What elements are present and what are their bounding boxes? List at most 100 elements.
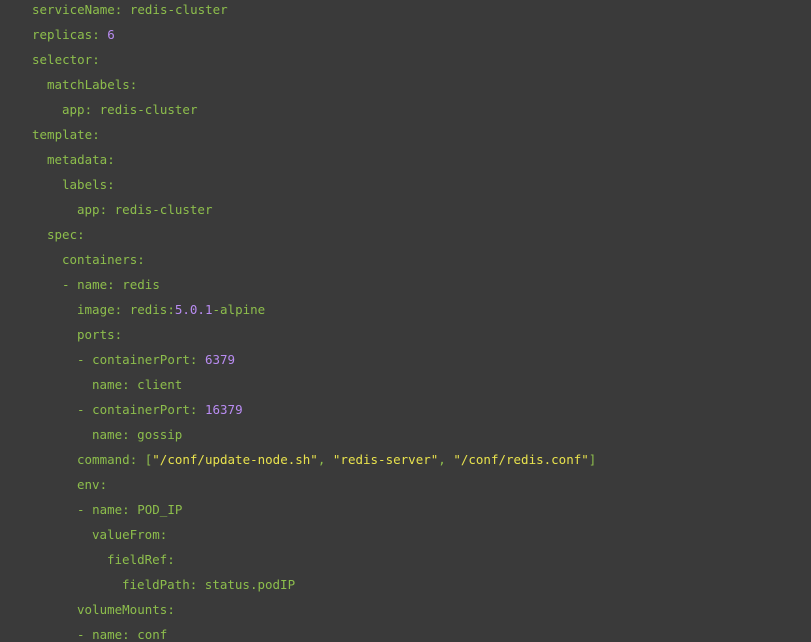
code-token-punc: : xyxy=(114,2,130,17)
code-token-punc: : xyxy=(167,552,175,567)
code-token-punc: : xyxy=(167,602,175,617)
code-token-punc: : xyxy=(122,377,138,392)
code-token-punc: - xyxy=(77,502,93,517)
code-line: volumeMounts: xyxy=(77,600,175,625)
code-token-key: volumeMounts xyxy=(77,602,168,617)
code-line: fieldPath: status.podIP xyxy=(122,575,295,600)
code-token-key: image xyxy=(77,302,115,317)
code-line: spec: xyxy=(47,225,85,250)
code-line: env: xyxy=(77,475,107,500)
code-token-punc: - xyxy=(77,352,93,367)
code-token-punc: : xyxy=(159,527,168,542)
code-token-num: 16379 xyxy=(204,402,243,417)
code-token-punc: : xyxy=(122,627,138,642)
code-line: selector: xyxy=(32,50,100,75)
code-line: - containerPort: 16379 xyxy=(77,400,243,425)
code-token-punc: - xyxy=(62,277,78,292)
code-line: valueFrom: xyxy=(92,525,167,550)
code-token-key: spec xyxy=(47,227,78,242)
code-line: command: ["/conf/update-node.sh", "redis… xyxy=(77,450,596,475)
code-token-key: command xyxy=(77,452,130,467)
code-token-punc: : xyxy=(122,427,138,442)
code-token-punc: : xyxy=(189,577,205,592)
code-token-key: matchLabels xyxy=(47,77,130,92)
code-token-punc: : xyxy=(114,327,123,342)
code-line: - name: conf xyxy=(77,625,167,642)
code-token-punc: : xyxy=(99,202,115,217)
code-token-punc: : xyxy=(137,252,145,267)
code-token-key: name xyxy=(77,277,108,292)
code-token-val: POD_IP xyxy=(137,502,183,517)
code-token-punc: , xyxy=(317,452,333,467)
code-token-val: status.podIP xyxy=(204,577,296,592)
code-token-key: containerPort xyxy=(92,402,190,417)
code-token-key: ports xyxy=(77,327,115,342)
code-line: replicas: 6 xyxy=(32,25,115,50)
code-token-punc: : xyxy=(122,502,138,517)
code-token-key: serviceName xyxy=(32,2,115,17)
code-viewer: serviceName: redis-cluster replicas: 6 sel… xyxy=(0,0,811,642)
code-token-val: -alpine xyxy=(212,302,266,317)
code-token-punc: : xyxy=(129,77,138,92)
code-line: template: xyxy=(32,125,100,150)
code-token-punc: - xyxy=(77,402,93,417)
code-token-key: name xyxy=(92,502,123,517)
code-token-key: name xyxy=(92,627,123,642)
code-token-key: name xyxy=(92,377,123,392)
code-token-punc: : xyxy=(107,177,115,192)
code-line: image: redis:5.0.1-alpine xyxy=(77,300,265,325)
code-token-num: 6 xyxy=(107,27,115,42)
code-token-key: template xyxy=(32,127,93,142)
code-token-val: redis: xyxy=(129,302,175,317)
code-token-key: fieldPath xyxy=(122,577,190,592)
code-line: - containerPort: 6379 xyxy=(77,350,235,375)
code-token-punc: : xyxy=(92,52,100,67)
code-line: containers: xyxy=(62,250,145,275)
code-token-val: redis xyxy=(122,277,160,292)
code-token-punc: : xyxy=(77,227,85,242)
code-token-key: selector xyxy=(32,52,93,67)
code-line: app: redis-cluster xyxy=(62,100,197,125)
code-line: metadata: xyxy=(47,150,115,175)
code-token-punc: : xyxy=(107,277,123,292)
code-line: serviceName: redis-cluster xyxy=(32,0,228,25)
code-token-punc: : xyxy=(189,402,205,417)
code-token-val: redis-cluster xyxy=(129,2,228,17)
code-token-punc: : xyxy=(92,27,108,42)
code-token-key: metadata xyxy=(47,152,108,167)
code-token-key: containerPort xyxy=(92,352,190,367)
code-token-punc: - xyxy=(77,627,93,642)
code-line: fieldRef: xyxy=(107,550,175,575)
code-line: labels: xyxy=(62,175,115,200)
code-token-punc: : xyxy=(114,302,130,317)
code-token-punc: : xyxy=(92,127,100,142)
code-token-val: gossip xyxy=(137,427,183,442)
code-token-punc: : xyxy=(107,152,115,167)
code-token-key: fieldRef xyxy=(107,552,168,567)
code-token-val: client xyxy=(137,377,183,392)
code-line: ports: xyxy=(77,325,122,350)
code-token-key: containers xyxy=(62,252,138,267)
code-line: - name: redis xyxy=(62,275,160,300)
code-line: name: client xyxy=(92,375,182,400)
code-token-str: "redis-server" xyxy=(332,452,439,467)
code-line: name: gossip xyxy=(92,425,182,450)
code-token-key: env xyxy=(77,477,100,492)
code-line: matchLabels: xyxy=(47,75,137,100)
code-token-key: name xyxy=(92,427,123,442)
code-token-key: app xyxy=(77,202,100,217)
code-token-key: replicas xyxy=(32,27,93,42)
code-token-str: "/conf/update-node.sh" xyxy=(152,452,318,467)
code-line: app: redis-cluster xyxy=(77,200,212,225)
code-token-punc: : xyxy=(99,477,108,492)
code-token-key: valueFrom xyxy=(92,527,160,542)
code-token-punc: : xyxy=(84,102,100,117)
code-token-punc: : xyxy=(189,352,205,367)
code-line: - name: POD_IP xyxy=(77,500,182,525)
code-token-num: 6379 xyxy=(204,352,236,367)
code-token-val: redis-cluster xyxy=(114,202,213,217)
code-token-key: labels xyxy=(62,177,108,192)
code-token-punc: : [ xyxy=(129,452,153,467)
code-token-key: app xyxy=(62,102,85,117)
code-token-str: "/conf/redis.conf" xyxy=(453,452,589,467)
